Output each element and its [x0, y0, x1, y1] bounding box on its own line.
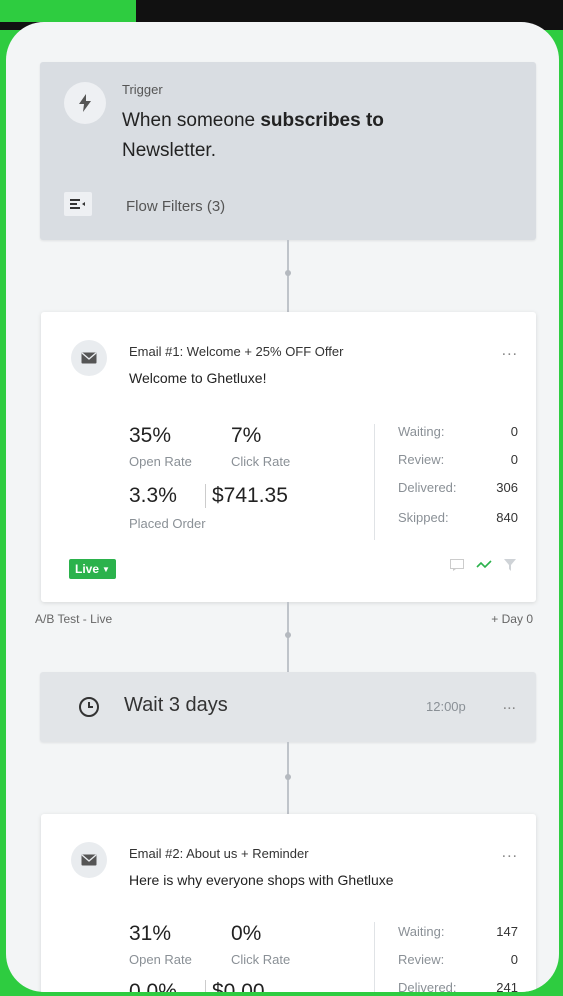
open-rate-label: Open Rate: [129, 952, 192, 967]
connector-dot: [285, 774, 291, 780]
stat-waiting-value: 0: [510, 424, 518, 439]
stats-divider: [374, 922, 375, 992]
flow-canvas: Trigger When someone subscribes to Newsl…: [6, 22, 559, 992]
connector-dot: [285, 632, 291, 638]
stat-delivered-value: 241: [496, 980, 518, 992]
wait-more-options-button[interactable]: ...: [503, 696, 516, 714]
click-rate-label: Click Rate: [231, 454, 291, 469]
trigger-text-suffix: .: [210, 140, 216, 161]
trigger-text-prefix: When someone: [122, 110, 261, 131]
placed-order-value: 0.0%: [129, 980, 177, 992]
stat-waiting-label: Waiting:: [398, 924, 445, 939]
stat-delivered-label: Delivered:: [398, 980, 457, 992]
wait-duration: Wait 3 days: [124, 694, 228, 716]
filter-icon[interactable]: [504, 558, 516, 576]
open-rate-label: Open Rate: [129, 454, 192, 469]
stat-waiting-label: Waiting:: [398, 424, 445, 439]
open-rate-value: 31%: [129, 922, 172, 945]
stat-waiting-value: 147: [496, 924, 518, 939]
background-edge: [0, 0, 136, 22]
email-card-2[interactable]: Email #2: About us + Reminder Here is wh…: [41, 814, 536, 992]
stat-review-value: 0: [510, 952, 518, 967]
stat-delivered-label: Delivered:: [398, 480, 457, 495]
email-subject: Here is why everyone shops with Ghetluxe: [129, 872, 394, 888]
click-rate-value: 0%: [231, 922, 262, 945]
email-subject: Welcome to Ghetluxe!: [129, 370, 267, 386]
email-card-1[interactable]: Email #1: Welcome + 25% OFF Offer Welcom…: [41, 312, 536, 602]
message-icon[interactable]: [450, 558, 464, 576]
stat-review-label: Review:: [398, 952, 445, 967]
trigger-description: When someone subscribes to Newsletter.: [122, 106, 452, 166]
wait-step[interactable]: Wait 3 days 12:00p ...: [40, 672, 536, 742]
bolt-icon: [64, 82, 106, 124]
filter-list-icon[interactable]: [64, 192, 92, 216]
click-rate-label: Click Rate: [231, 952, 291, 967]
more-options-button[interactable]: ...: [502, 844, 518, 862]
analytics-trend-icon[interactable]: [476, 558, 492, 576]
stats-divider: [374, 424, 375, 540]
placed-order-label: Placed Order: [129, 516, 206, 531]
stat-delivered-value: 306: [496, 480, 518, 495]
live-status-dropdown[interactable]: Live ▼: [69, 559, 116, 579]
email-title: Email #1: Welcome + 25% OFF Offer: [129, 344, 344, 359]
email-icon: [71, 340, 107, 376]
email-icon: [71, 842, 107, 878]
revenue-value: $0.00: [205, 980, 265, 992]
day-label: + Day 0: [491, 612, 533, 626]
email-title: Email #2: About us + Reminder: [129, 846, 309, 861]
more-options-button[interactable]: ...: [502, 342, 518, 360]
flow-filters-link[interactable]: Flow Filters (3): [126, 198, 225, 215]
caret-down-icon: ▼: [102, 564, 110, 574]
open-rate-value: 35%: [129, 424, 172, 447]
ab-test-label[interactable]: A/B Test - Live: [35, 612, 112, 626]
connector-dot: [285, 270, 291, 276]
trigger-card[interactable]: Trigger When someone subscribes to Newsl…: [40, 62, 536, 240]
click-rate-value: 7%: [231, 424, 262, 447]
trigger-list-name: Newsletter: [122, 140, 211, 161]
clock-icon: [78, 696, 100, 723]
trigger-text-bold: subscribes to: [260, 110, 384, 131]
live-status-label: Live: [75, 562, 100, 576]
trigger-label: Trigger: [122, 82, 163, 97]
stat-review-value: 0: [510, 452, 518, 467]
flow-connector: [287, 240, 289, 312]
card-footer-icons: [450, 558, 516, 576]
stat-review-label: Review:: [398, 452, 445, 467]
placed-order-value: 3.3%: [129, 484, 177, 507]
stat-skipped-value: 840: [496, 510, 518, 525]
revenue-value: $741.35: [205, 484, 288, 508]
stat-skipped-label: Skipped:: [398, 510, 449, 525]
wait-time: 12:00p: [426, 699, 466, 714]
